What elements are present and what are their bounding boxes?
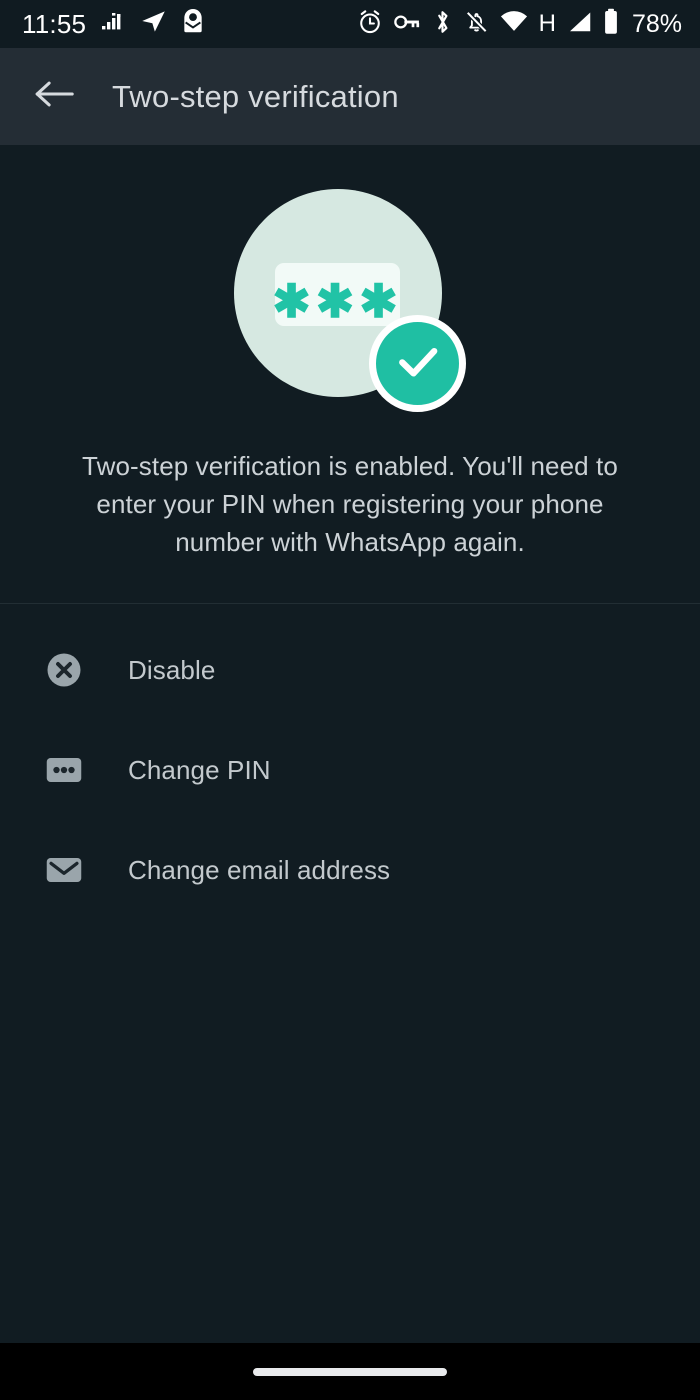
option-disable[interactable]: Disable xyxy=(0,620,700,720)
back-button[interactable] xyxy=(28,71,80,123)
hero-illustration-wrapper: ✱✱✱ xyxy=(0,145,700,413)
status-bar-right: H 78% xyxy=(357,8,682,40)
alarm-clock-icon xyxy=(357,9,383,40)
network-type-label: H xyxy=(538,10,556,37)
notifications-off-icon xyxy=(464,9,489,40)
two-step-illustration: ✱✱✱ xyxy=(234,189,466,413)
cellular-signal-icon xyxy=(567,10,592,39)
verified-check-badge xyxy=(369,315,466,412)
wifi-icon xyxy=(500,10,528,38)
pin-asterisks: ✱✱✱ xyxy=(272,274,403,327)
option-label: Change PIN xyxy=(128,754,271,785)
option-change-email[interactable]: Change email address xyxy=(0,820,700,920)
option-label: Change email address xyxy=(128,854,391,885)
option-label: Disable xyxy=(128,654,216,685)
bluetooth-icon xyxy=(432,9,453,40)
status-bar-left: 11:55 xyxy=(22,8,205,40)
phone-screen: 11:55 H 78% Two-step verification ✱✱✱ Tw… xyxy=(0,0,700,1400)
envelope-icon xyxy=(46,852,82,888)
paper-plane-icon xyxy=(140,8,167,40)
signal-bars-notification-icon xyxy=(100,9,126,40)
options-list: Disable Change PIN Change email address xyxy=(0,604,700,920)
check-mark-icon xyxy=(391,334,445,393)
status-clock: 11:55 xyxy=(22,8,87,39)
app-bar: Two-step verification xyxy=(0,48,700,145)
battery-icon xyxy=(603,8,619,40)
mail-person-icon xyxy=(181,8,205,40)
vpn-key-icon xyxy=(393,10,421,39)
gesture-navigation-bar xyxy=(0,1343,700,1400)
status-description: Two-step verification is enabled. You'll… xyxy=(82,451,618,557)
gesture-home-handle[interactable] xyxy=(253,1367,447,1376)
password-dots-icon xyxy=(46,752,82,788)
back-arrow-icon xyxy=(33,77,75,116)
cancel-circle-icon xyxy=(46,652,82,688)
page-title: Two-step verification xyxy=(112,78,399,114)
pin-field-graphic: ✱✱✱ xyxy=(272,263,403,327)
status-bar: 11:55 H 78% xyxy=(0,0,700,48)
battery-percentage: 78% xyxy=(631,9,682,38)
option-change-pin[interactable]: Change PIN xyxy=(0,720,700,820)
content-area: ✱✱✱ Two-step verification is enabled. Yo… xyxy=(0,145,700,1343)
